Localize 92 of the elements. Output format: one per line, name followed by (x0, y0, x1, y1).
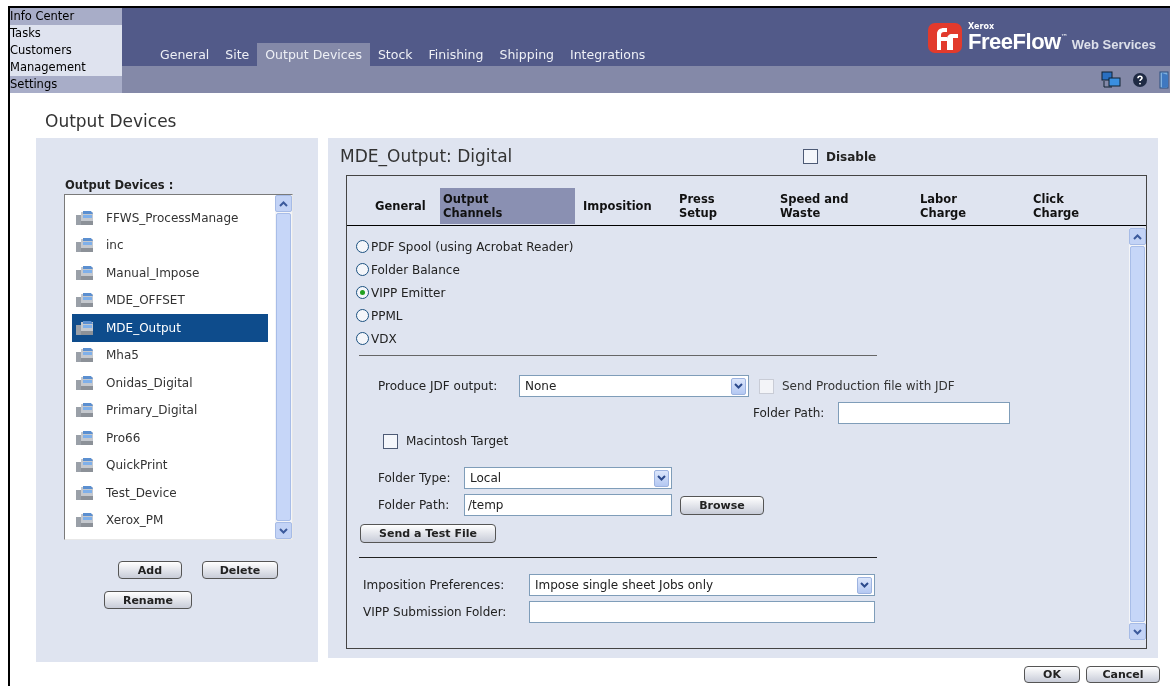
device-item[interactable]: QuickPrint (72, 451, 268, 479)
printer-icon (75, 483, 95, 502)
product-suffix: Web Services (1071, 38, 1156, 51)
settings-tab[interactable]: General (372, 188, 435, 224)
radio-label: Folder Balance (371, 261, 460, 279)
field-label: VIPP Submission Folder: (363, 604, 508, 621)
printer-icon (75, 318, 95, 337)
printer-icon (75, 263, 95, 282)
device-title: MDE_Output: Digital (340, 144, 514, 169)
input-field[interactable] (838, 402, 1010, 424)
settings-tab[interactable]: Imposition (580, 188, 669, 224)
radio-button[interactable] (356, 309, 369, 322)
printer-icon (75, 401, 95, 420)
browse-button[interactable]: Browse (680, 495, 764, 515)
nav-tab[interactable]: Shipping (491, 43, 562, 66)
send-test-file-button[interactable]: Send a Test File (360, 524, 496, 543)
nav-item[interactable]: Settings (10, 76, 122, 93)
rename-button[interactable]: Rename (104, 591, 192, 609)
printer-icon (75, 511, 95, 530)
checkbox-label: Macintosh Target (406, 433, 509, 450)
checkbox[interactable] (803, 149, 818, 164)
add-button[interactable]: Add (118, 561, 182, 579)
nav-item[interactable]: Tasks (10, 25, 122, 42)
device-item[interactable]: Pro66 (72, 424, 268, 452)
radio-label: VDX (371, 330, 397, 348)
exit-door-icon[interactable] (1159, 70, 1170, 89)
checkbox-label: Disable (826, 148, 877, 166)
scroll-up-icon[interactable] (279, 200, 288, 207)
device-item[interactable]: Mha5 (72, 341, 268, 369)
device-item[interactable]: MDE_Output (72, 314, 268, 342)
printer-icon (75, 208, 95, 227)
network-icon[interactable] (1101, 70, 1121, 89)
scroll-up-icon[interactable] (1133, 233, 1142, 240)
device-item[interactable]: Onidas_Digital (72, 369, 268, 397)
settings-tab[interactable]: Output Channels (440, 188, 575, 224)
delete-button[interactable]: Delete (202, 561, 278, 579)
printer-icon (75, 456, 95, 475)
radio-button[interactable] (356, 263, 369, 276)
device-item[interactable]: FFWS_ProcessManage (72, 204, 268, 232)
printer-icon (75, 291, 95, 310)
field-label: Folder Path: (753, 405, 826, 422)
jdf-output-select[interactable]: None (519, 375, 749, 397)
field-label: Imposition Preferences: (363, 577, 506, 594)
cancel-button[interactable]: Cancel (1086, 666, 1160, 683)
page-title: Output Devices (45, 110, 177, 132)
checkbox[interactable] (383, 433, 398, 449)
field-label: Folder Type: (378, 470, 452, 487)
nav-tab[interactable]: Finishing (420, 43, 492, 66)
printer-icon (75, 428, 95, 447)
input-field[interactable]: /temp (464, 494, 672, 516)
product-name: FreeFlow (968, 31, 1061, 53)
printer-icon (75, 346, 95, 365)
settings-tab[interactable]: Speed and Waste (777, 188, 906, 224)
settings-tab[interactable]: Labor Charge (917, 188, 1021, 224)
device-item[interactable]: Test_Device (72, 479, 268, 507)
radio-label: PDF Spool (using Acrobat Reader) (371, 238, 574, 256)
settings-tab[interactable]: Press Setup (676, 188, 769, 224)
printer-icon (75, 236, 95, 255)
input-field[interactable] (529, 601, 875, 623)
radio-label: VIPP Emitter (371, 284, 446, 302)
imposition-select[interactable]: Impose single sheet Jobs only (529, 574, 875, 596)
nav-tab[interactable]: Site (217, 43, 258, 66)
scrollbar[interactable] (1129, 228, 1146, 640)
list-label: Output Devices : (65, 178, 174, 192)
nav-item[interactable]: Info Center (10, 8, 122, 25)
ok-button[interactable]: OK (1024, 666, 1080, 683)
radio-button[interactable] (356, 286, 369, 299)
folder-type-select[interactable]: Local (464, 467, 672, 489)
field-label: Folder Path: (378, 497, 451, 514)
checkbox-label: Send Production file with JDF (782, 378, 955, 395)
nav-item[interactable]: Customers (10, 42, 122, 59)
device-item[interactable]: inc (72, 231, 268, 259)
scroll-down-icon[interactable] (279, 527, 288, 534)
scrollbar[interactable] (275, 195, 292, 539)
device-item[interactable]: Primary_Digital (72, 396, 268, 424)
nav-tab[interactable]: General (152, 43, 218, 66)
nav-tab[interactable]: Integrations (562, 43, 654, 66)
radio-button[interactable] (356, 240, 369, 253)
device-item[interactable]: Manual_Impose (72, 259, 268, 287)
nav-tab[interactable]: Stock (369, 43, 421, 66)
nav-item[interactable]: Management (10, 59, 122, 76)
logo-icon (928, 23, 963, 53)
help-icon[interactable] (1133, 72, 1147, 87)
printer-icon (75, 373, 95, 392)
device-item[interactable]: Xerox_PM (72, 506, 268, 534)
company-name: Xerox (968, 23, 996, 31)
device-item[interactable]: MDE_OFFSET (72, 286, 268, 314)
radio-label: PPML (371, 307, 403, 325)
scroll-down-icon[interactable] (1133, 628, 1142, 635)
radio-button[interactable] (356, 332, 369, 345)
settings-tab[interactable]: Click Charge (1030, 188, 1122, 224)
field-label: Produce JDF output: (378, 378, 499, 395)
